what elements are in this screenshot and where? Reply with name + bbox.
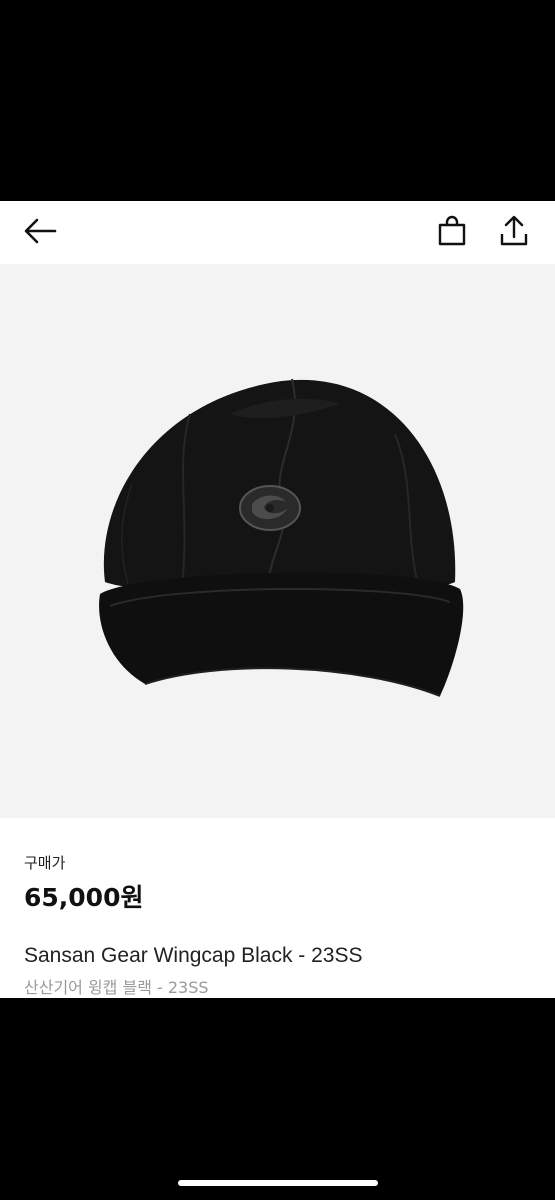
share-button[interactable] (494, 213, 534, 253)
back-button[interactable] (20, 213, 60, 253)
brand-logo-icon (239, 485, 301, 531)
shopping-bag-button[interactable] (432, 213, 472, 253)
product-sheet: 구매가 65,000원 Sansan Gear Wingcap Black - … (0, 201, 555, 998)
home-indicator[interactable] (178, 1180, 378, 1186)
product-image[interactable] (0, 264, 555, 818)
shopping-bag-icon (437, 215, 467, 251)
top-black-bar (0, 0, 555, 201)
arrow-left-icon (23, 217, 57, 249)
product-title: Sansan Gear Wingcap Black - 23SS (24, 944, 363, 967)
price-value: 65,000원 (24, 883, 144, 912)
product-subtitle: 산산기어 윙캡 블랙 - 23SS (24, 978, 209, 997)
bottom-black-bar (0, 998, 555, 1200)
cap-illustration (99, 378, 464, 697)
share-upload-icon (499, 215, 529, 251)
product-info: 구매가 65,000원 Sansan Gear Wingcap Black - … (0, 818, 555, 998)
app-header (0, 201, 555, 264)
price-label: 구매가 (24, 854, 66, 872)
